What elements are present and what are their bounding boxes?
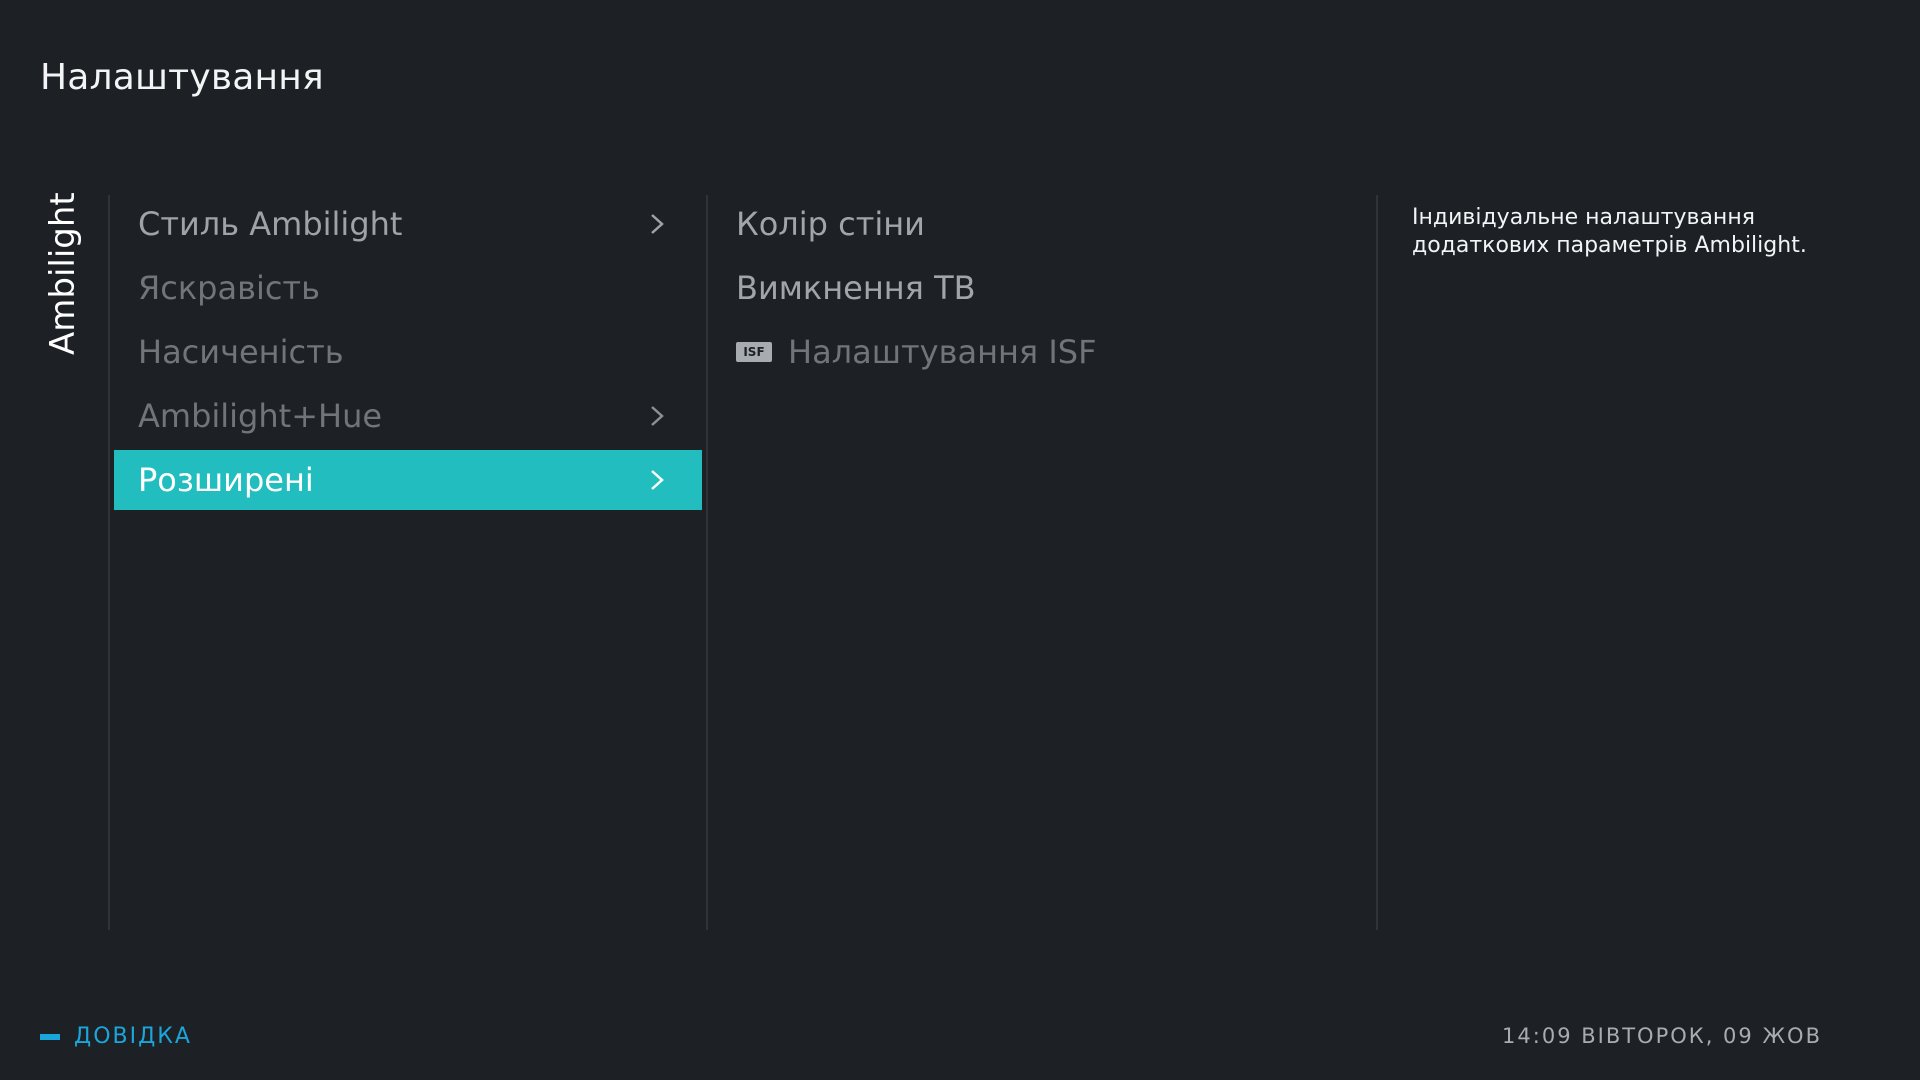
chevron-right-icon: [651, 406, 664, 426]
page-title: Налаштування: [40, 57, 324, 98]
menu-item-ambilight-hue[interactable]: Ambilight+Hue: [114, 386, 702, 446]
submenu-item-wall-color[interactable]: Колір стіни: [714, 194, 1374, 254]
menu-item-label: Ambilight+Hue: [138, 397, 383, 435]
divider-left: [108, 195, 110, 930]
menu-item-saturation[interactable]: Насиченість: [114, 322, 702, 382]
menu-item-ambilight-style[interactable]: Стиль Ambilight: [114, 194, 702, 254]
category-tab-label: Ambilight: [43, 192, 83, 355]
divider-middle: [706, 195, 708, 930]
submenu-item-label: Налаштування ISF: [788, 333, 1097, 371]
chevron-right-icon: [651, 214, 664, 234]
help-button[interactable]: ДОВІДКА: [40, 1024, 192, 1049]
submenu-item-isf-tuning[interactable]: ISF Налаштування ISF: [714, 322, 1374, 382]
menu-item-advanced[interactable]: Розширені: [114, 450, 702, 510]
submenu-item-tv-switch-off[interactable]: Вимкнення ТВ: [714, 258, 1374, 318]
help-label: ДОВІДКА: [74, 1024, 192, 1049]
advanced-submenu: Колір стіни Вимкнення ТВ ISF Налаштуванн…: [714, 194, 1374, 386]
category-tab-ambilight[interactable]: Ambilight: [40, 192, 86, 395]
divider-right: [1376, 195, 1378, 930]
submenu-item-label: Колір стіни: [736, 205, 925, 243]
chevron-right-icon: [651, 470, 664, 490]
menu-item-label: Розширені: [138, 461, 314, 499]
clock-date: 14:09 ВІВТОРОК, 09 ЖОВ: [1502, 1024, 1822, 1048]
submenu-item-label: Вимкнення ТВ: [736, 269, 976, 307]
isf-badge-icon: ISF: [736, 342, 772, 362]
ambilight-menu: Стиль Ambilight Яскравість Насиченість A…: [114, 194, 702, 514]
color-key-icon: [40, 1033, 60, 1040]
menu-item-label: Насиченість: [138, 333, 344, 371]
description-text: Індивідуальне налаштування додаткових па…: [1412, 205, 1807, 258]
menu-item-label: Яскравість: [138, 269, 320, 307]
menu-item-brightness[interactable]: Яскравість: [114, 258, 702, 318]
menu-item-label: Стиль Ambilight: [138, 205, 403, 243]
settings-screen: Налаштування Ambilight Стиль Ambilight Я…: [0, 0, 1920, 1080]
